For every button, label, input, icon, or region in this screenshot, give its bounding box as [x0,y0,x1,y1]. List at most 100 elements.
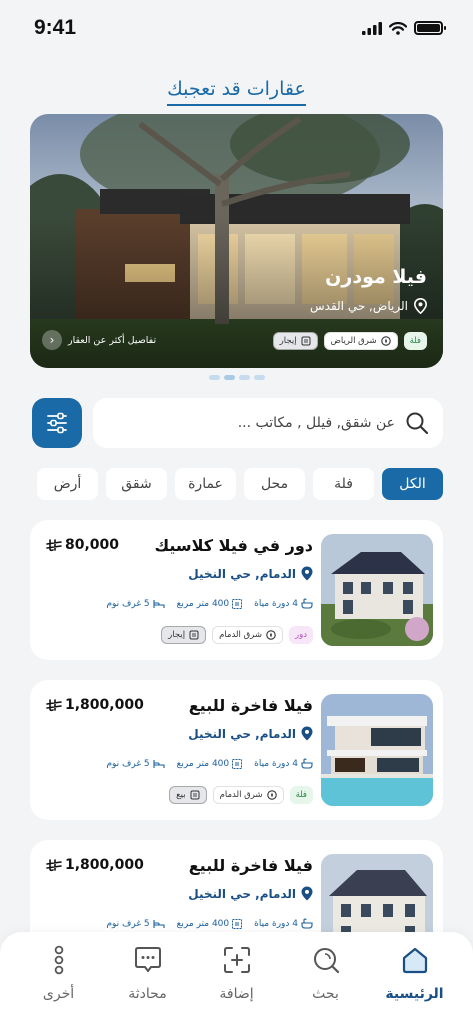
nav-chat-label: محادثة [128,986,167,1002]
chip-villa[interactable]: فلة [313,468,374,500]
carousel-dot[interactable] [238,375,250,380]
bottom-navigation: الرئيسية بحث إضافة محادثة أخرى [0,932,473,1024]
listing-card[interactable]: دور في فيلا كلاسيك 80,000 الدمام, حي الن… [30,520,443,660]
add-icon [221,944,253,976]
region-tag: شرق الدمام [212,626,283,644]
document-icon [189,630,199,640]
nav-home[interactable]: الرئيسية [375,932,455,1024]
more-details-text: تفاصيل أكثر عن العقار [68,334,157,346]
featured-location-text: الرياض, حي القدس [310,299,408,313]
listing-tags: فلة شرق الدمام بيع [169,786,313,804]
carousel-dot-active[interactable] [223,375,235,380]
bathrooms-spec: 4 دورة مياة [254,918,313,929]
listing-location-text: الدمام, حي النخيل [188,886,296,901]
nav-search-label: بحث [312,986,339,1002]
battery-icon [414,21,446,35]
deal-tag-text: إيجار [279,336,297,346]
chip-shop[interactable]: محل [244,468,305,500]
carousel-dot[interactable] [253,375,265,380]
compass-icon [266,630,276,640]
carousel-dot[interactable] [208,375,220,380]
chevron-left-icon[interactable]: ‹ [42,330,62,350]
compass-icon [380,336,391,346]
featured-title: فيلا مودرن [325,266,427,288]
nav-add[interactable]: إضافة [197,932,277,1024]
bedrooms-text: 5 غرف نوم [106,758,150,769]
bed-icon [153,599,165,608]
listing-title: دور في فيلا كلاسيك [154,536,313,555]
region-tag-text: شرق الدمام [219,630,262,640]
deal-tag: إيجار [272,332,318,350]
bath-icon [301,758,313,769]
signal-icon [362,21,382,35]
deal-tag-text: إيجار [168,630,186,640]
chip-building[interactable]: عمارة [175,468,236,500]
nav-search[interactable]: بحث [286,932,366,1024]
area-text: 400 متر مربع [176,918,230,929]
bed-icon [153,759,165,768]
listing-location: الدمام, حي النخيل [188,726,313,741]
bathrooms-text: 4 دورة مياة [254,598,298,609]
featured-location: الرياض, حي القدس [310,298,427,314]
bathrooms-text: 4 دورة مياة [254,918,298,929]
listing-location-text: الدمام, حي النخيل [188,566,296,581]
bed-icon [153,919,165,928]
location-pin-icon [301,566,313,581]
carousel-indicator [0,375,473,380]
more-icon [43,944,75,976]
listing-price: 1,800,000 [46,857,144,873]
bathrooms-spec: 4 دورة مياة [254,598,313,609]
home-icon [399,944,431,976]
chip-land[interactable]: أرض [37,468,98,500]
listing-price-value: 1,800,000 [65,697,144,713]
status-time: 9:41 [34,16,77,39]
listing-image [321,694,433,806]
type-tag: دور [289,626,313,644]
chip-apartments[interactable]: شقق [106,468,167,500]
area-icon [232,758,243,769]
location-pin-icon [301,726,313,741]
bath-icon [301,598,313,609]
search-input[interactable]: عن شقق, فيلل , مكاتب ... [238,415,395,431]
deal-tag-text: بيع [176,790,186,800]
region-tag: شرق الدمام [212,786,284,804]
section-title-text: عقارات قد تعجبك [167,78,306,106]
nav-more[interactable]: أخرى [19,932,99,1024]
listing-card[interactable]: فيلا فاخرة للبيع 1,800,000 الدمام, حي ال… [30,680,443,820]
deal-tag: بيع [169,786,207,804]
listing-title: فيلا فاخرة للبيع [188,696,313,715]
nav-chat[interactable]: محادثة [108,932,188,1024]
area-icon [232,598,243,609]
featured-property-card[interactable]: فيلا مودرن الرياض, حي القدس فلة شرق الري… [30,114,443,368]
bedrooms-text: 5 غرف نوم [106,598,150,609]
wifi-icon [389,21,407,35]
nav-add-label: إضافة [219,986,254,1002]
search-icon [406,412,429,435]
listing-price: 80,000 [46,537,119,553]
listing-specs: 4 دورة مياة 400 متر مربع 5 غرف نوم [106,598,313,609]
location-pin-icon [301,886,313,901]
type-tag: فلة [289,786,313,804]
listing-price-value: 1,800,000 [65,857,144,873]
nav-home-label: الرئيسية [385,986,444,1002]
bathrooms-text: 4 دورة مياة [254,758,298,769]
listing-image [321,534,433,646]
area-spec: 400 متر مربع [177,918,243,929]
region-tag-text: شرق الرياض [330,336,377,346]
riyal-icon [46,698,62,711]
bedrooms-spec: 5 غرف نوم [106,758,165,769]
listing-tags: دور شرق الدمام إيجار [161,626,313,644]
region-tag-text: شرق الدمام [219,790,263,800]
listing-specs: 4 دورة مياة 400 متر مربع 5 غرف نوم [106,918,313,929]
filter-button[interactable] [32,398,82,448]
chip-all[interactable]: الكل [382,468,443,500]
area-text: 400 متر مربع [176,758,230,769]
listing-price: 1,800,000 [46,697,144,713]
listing-price-value: 80,000 [65,537,120,553]
search-icon [310,944,342,976]
more-details-link[interactable]: تفاصيل أكثر عن العقار ‹ [42,330,156,350]
bedrooms-spec: 5 غرف نوم [106,918,165,929]
search-bar[interactable]: عن شقق, فيلل , مكاتب ... [93,398,443,448]
bathrooms-spec: 4 دورة مياة [254,758,313,769]
area-icon [232,918,243,929]
